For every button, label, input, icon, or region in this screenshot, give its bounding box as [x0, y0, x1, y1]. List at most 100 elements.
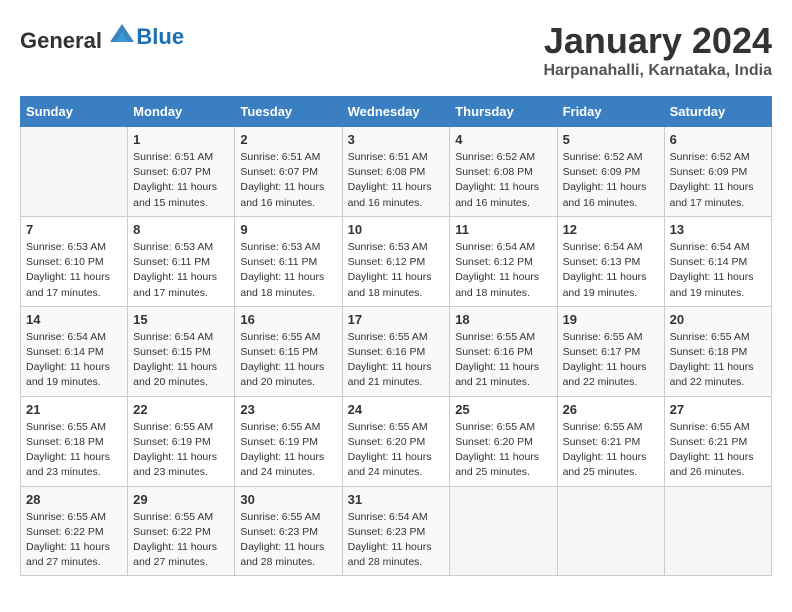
calendar-cell: 4 Sunrise: 6:52 AMSunset: 6:08 PMDaylight… [450, 127, 557, 217]
day-detail: Sunrise: 6:55 AMSunset: 6:21 PMDaylight:… [670, 420, 766, 481]
day-number: 28 [26, 492, 122, 507]
day-number: 13 [670, 222, 766, 237]
calendar-cell: 20 Sunrise: 6:55 AMSunset: 6:18 PMDayligh… [664, 306, 771, 396]
day-header-friday: Friday [557, 97, 664, 127]
day-number: 6 [670, 132, 766, 147]
day-detail: Sunrise: 6:54 AMSunset: 6:14 PMDaylight:… [26, 330, 122, 391]
day-number: 1 [133, 132, 229, 147]
day-number: 8 [133, 222, 229, 237]
calendar-cell: 23Sunrise: 6:55 AMSunset: 6:19 PMDayligh… [235, 396, 342, 486]
calendar-cell: 9Sunrise: 6:53 AMSunset: 6:11 PMDaylight… [235, 216, 342, 306]
day-detail: Sunrise: 6:55 AMSunset: 6:19 PMDaylight:… [240, 420, 336, 481]
day-number: 5 [563, 132, 659, 147]
day-detail: Sunrise: 6:54 AMSunset: 6:15 PMDaylight:… [133, 330, 229, 391]
days-header-row: SundayMondayTuesdayWednesdayThursdayFrid… [21, 97, 772, 127]
calendar-cell: 7 Sunrise: 6:53 AMSunset: 6:10 PMDaylight… [21, 216, 128, 306]
calendar-cell: 15 Sunrise: 6:54 AMSunset: 6:15 PMDayligh… [128, 306, 235, 396]
day-number: 20 [670, 312, 766, 327]
day-number: 10 [348, 222, 445, 237]
month-title: January 2024 [543, 20, 772, 62]
calendar-cell [450, 486, 557, 576]
day-detail: Sunrise: 6:55 AMSunset: 6:17 PMDaylight:… [563, 330, 659, 391]
calendar-cell: 19 Sunrise: 6:55 AMSunset: 6:17 PMDayligh… [557, 306, 664, 396]
day-detail: Sunrise: 6:55 AMSunset: 6:16 PMDaylight:… [348, 330, 445, 391]
day-detail: Sunrise: 6:55 AMSunset: 6:18 PMDaylight:… [670, 330, 766, 391]
calendar-table: SundayMondayTuesdayWednesdayThursdayFrid… [20, 96, 772, 576]
calendar-cell: 16Sunrise: 6:55 AMSunset: 6:15 PMDayligh… [235, 306, 342, 396]
day-detail: Sunrise: 6:53 AMSunset: 6:12 PMDaylight:… [348, 240, 445, 301]
day-detail: Sunrise: 6:51 AMSunset: 6:07 PMDaylight:… [240, 150, 336, 211]
title-area: January 2024 Harpanahalli, Karnataka, In… [543, 20, 772, 80]
day-detail: Sunrise: 6:55 AMSunset: 6:19 PMDaylight:… [133, 420, 229, 481]
day-detail: Sunrise: 6:51 AMSunset: 6:07 PMDaylight:… [133, 150, 229, 211]
calendar-cell: 25Sunrise: 6:55 AMSunset: 6:20 PMDayligh… [450, 396, 557, 486]
day-number: 19 [563, 312, 659, 327]
calendar-cell: 14 Sunrise: 6:54 AMSunset: 6:14 PMDayligh… [21, 306, 128, 396]
day-number: 18 [455, 312, 551, 327]
day-detail: Sunrise: 6:54 AMSunset: 6:12 PMDaylight:… [455, 240, 551, 301]
calendar-cell: 5 Sunrise: 6:52 AMSunset: 6:09 PMDaylight… [557, 127, 664, 217]
calendar-cell: 31Sunrise: 6:54 AMSunset: 6:23 PMDayligh… [342, 486, 450, 576]
calendar-cell [664, 486, 771, 576]
logo-blue: Blue [136, 24, 184, 49]
day-number: 27 [670, 402, 766, 417]
day-number: 31 [348, 492, 445, 507]
calendar-cell: 29 Sunrise: 6:55 AMSunset: 6:22 PMDayligh… [128, 486, 235, 576]
day-number: 16 [240, 312, 336, 327]
day-header-tuesday: Tuesday [235, 97, 342, 127]
day-detail: Sunrise: 6:53 AMSunset: 6:11 PMDaylight:… [240, 240, 336, 301]
calendar-cell [21, 127, 128, 217]
week-row-3: 14 Sunrise: 6:54 AMSunset: 6:14 PMDayligh… [21, 306, 772, 396]
week-row-5: 28 Sunrise: 6:55 AMSunset: 6:22 PMDayligh… [21, 486, 772, 576]
calendar-cell: 17Sunrise: 6:55 AMSunset: 6:16 PMDayligh… [342, 306, 450, 396]
day-detail: Sunrise: 6:51 AMSunset: 6:08 PMDaylight:… [348, 150, 445, 211]
calendar-cell: 24Sunrise: 6:55 AMSunset: 6:20 PMDayligh… [342, 396, 450, 486]
calendar-cell: 11 Sunrise: 6:54 AMSunset: 6:12 PMDayligh… [450, 216, 557, 306]
day-number: 7 [26, 222, 122, 237]
logo-general: General [20, 28, 102, 53]
day-detail: Sunrise: 6:55 AMSunset: 6:23 PMDaylight:… [240, 510, 336, 571]
day-detail: Sunrise: 6:55 AMSunset: 6:20 PMDaylight:… [455, 420, 551, 481]
day-detail: Sunrise: 6:52 AMSunset: 6:09 PMDaylight:… [563, 150, 659, 211]
calendar-cell: 8 Sunrise: 6:53 AMSunset: 6:11 PMDaylight… [128, 216, 235, 306]
logo: General Blue [20, 20, 184, 54]
day-header-wednesday: Wednesday [342, 97, 450, 127]
day-number: 4 [455, 132, 551, 147]
day-number: 30 [240, 492, 336, 507]
day-detail: Sunrise: 6:54 AMSunset: 6:14 PMDaylight:… [670, 240, 766, 301]
day-number: 26 [563, 402, 659, 417]
day-detail: Sunrise: 6:54 AMSunset: 6:13 PMDaylight:… [563, 240, 659, 301]
day-detail: Sunrise: 6:53 AMSunset: 6:10 PMDaylight:… [26, 240, 122, 301]
day-number: 2 [240, 132, 336, 147]
calendar-cell: 10 Sunrise: 6:53 AMSunset: 6:12 PMDayligh… [342, 216, 450, 306]
day-header-monday: Monday [128, 97, 235, 127]
day-number: 22 [133, 402, 229, 417]
day-header-sunday: Sunday [21, 97, 128, 127]
calendar-cell: 18Sunrise: 6:55 AMSunset: 6:16 PMDayligh… [450, 306, 557, 396]
day-header-thursday: Thursday [450, 97, 557, 127]
day-detail: Sunrise: 6:55 AMSunset: 6:21 PMDaylight:… [563, 420, 659, 481]
day-number: 11 [455, 222, 551, 237]
day-number: 15 [133, 312, 229, 327]
calendar-cell: 21Sunrise: 6:55 AMSunset: 6:18 PMDayligh… [21, 396, 128, 486]
week-row-1: 1 Sunrise: 6:51 AMSunset: 6:07 PMDaylight… [21, 127, 772, 217]
calendar-cell [557, 486, 664, 576]
day-detail: Sunrise: 6:52 AMSunset: 6:08 PMDaylight:… [455, 150, 551, 211]
day-number: 29 [133, 492, 229, 507]
week-row-2: 7 Sunrise: 6:53 AMSunset: 6:10 PMDaylight… [21, 216, 772, 306]
header: General Blue January 2024 Harpanahalli, … [20, 20, 772, 80]
calendar-cell: 27 Sunrise: 6:55 AMSunset: 6:21 PMDayligh… [664, 396, 771, 486]
day-number: 24 [348, 402, 445, 417]
calendar-cell: 26 Sunrise: 6:55 AMSunset: 6:21 PMDayligh… [557, 396, 664, 486]
day-detail: Sunrise: 6:53 AMSunset: 6:11 PMDaylight:… [133, 240, 229, 301]
calendar-cell: 1 Sunrise: 6:51 AMSunset: 6:07 PMDaylight… [128, 127, 235, 217]
calendar-cell: 13 Sunrise: 6:54 AMSunset: 6:14 PMDayligh… [664, 216, 771, 306]
day-detail: Sunrise: 6:55 AMSunset: 6:22 PMDaylight:… [133, 510, 229, 571]
day-detail: Sunrise: 6:55 AMSunset: 6:22 PMDaylight:… [26, 510, 122, 571]
calendar-cell: 12Sunrise: 6:54 AMSunset: 6:13 PMDayligh… [557, 216, 664, 306]
logo-icon [108, 20, 136, 48]
week-row-4: 21Sunrise: 6:55 AMSunset: 6:18 PMDayligh… [21, 396, 772, 486]
day-number: 21 [26, 402, 122, 417]
calendar-cell: 2 Sunrise: 6:51 AMSunset: 6:07 PMDaylight… [235, 127, 342, 217]
day-number: 14 [26, 312, 122, 327]
